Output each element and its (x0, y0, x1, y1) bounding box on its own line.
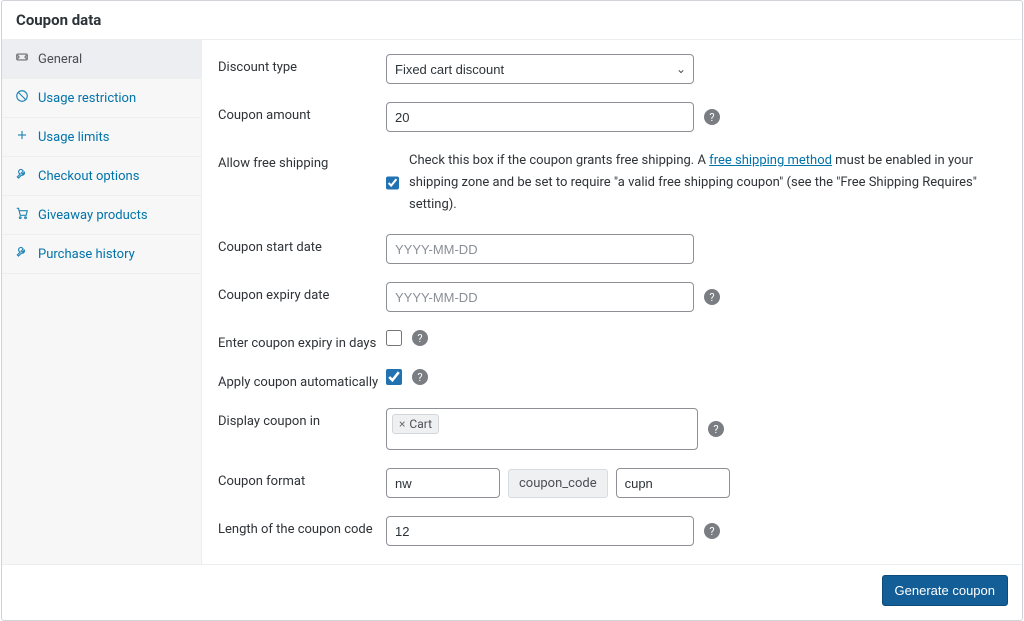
sidebar-item-label: Usage limits (38, 130, 109, 145)
label-expiry-date: Coupon expiry date (218, 282, 386, 303)
sidebar-item-label: Usage restriction (38, 91, 136, 106)
label-coupon-amount: Coupon amount (218, 102, 386, 123)
help-icon[interactable]: ? (704, 289, 720, 305)
label-expiry-days: Enter coupon expiry in days (218, 330, 386, 351)
row-display-in: Display coupon in ×Cart ? (218, 408, 1006, 450)
row-start-date: Coupon start date (218, 234, 1006, 264)
input-start-date[interactable] (386, 234, 694, 264)
desc-free-shipping: Check this box if the coupon grants free… (409, 150, 1006, 216)
checkbox-auto-apply[interactable] (386, 369, 402, 385)
wrench-icon (14, 167, 30, 185)
row-discount-type: Discount type Fixed cart discount ⌄ (218, 54, 1006, 84)
close-icon[interactable]: × (399, 417, 405, 431)
link-free-shipping-method[interactable]: free shipping method (709, 153, 832, 168)
input-expiry-date[interactable] (386, 282, 694, 312)
sidebar-item-label: General (38, 52, 82, 67)
help-icon[interactable]: ? (704, 109, 720, 125)
sidebar: General Usage restriction Usage limits C… (2, 40, 202, 564)
checkbox-free-shipping[interactable] (386, 175, 399, 191)
help-icon[interactable]: ? (704, 523, 720, 539)
ticket-icon (14, 50, 30, 68)
label-start-date: Coupon start date (218, 234, 386, 255)
cart-icon (14, 206, 30, 224)
sidebar-item-usage-limits[interactable]: Usage limits (2, 118, 201, 157)
help-icon[interactable]: ? (412, 369, 428, 385)
input-length[interactable] (386, 516, 694, 546)
sidebar-item-giveaway-products[interactable]: Giveaway products (2, 196, 201, 235)
label-length: Length of the coupon code (218, 516, 386, 537)
sidebar-item-checkout-options[interactable]: Checkout options (2, 157, 201, 196)
page-title: Coupon data (16, 11, 1008, 29)
tag-cart: ×Cart (392, 414, 439, 434)
row-length: Length of the coupon code ? (218, 516, 1006, 546)
label-discount-type: Discount type (218, 54, 386, 75)
tagbox-display-in[interactable]: ×Cart (386, 408, 698, 450)
sidebar-item-label: Giveaway products (38, 208, 148, 223)
label-display-in: Display coupon in (218, 408, 386, 429)
sidebar-item-purchase-history[interactable]: Purchase history (2, 235, 201, 274)
sidebar-item-general[interactable]: General (2, 40, 201, 79)
row-auto-apply: Apply coupon automatically ? (218, 369, 1006, 390)
generate-coupon-button[interactable]: Generate coupon (882, 575, 1008, 606)
chip-coupon-code: coupon_code (508, 469, 608, 498)
label-coupon-format: Coupon format (218, 468, 386, 489)
plus-icon (14, 128, 30, 146)
row-coupon-format: Coupon format coupon_code (218, 468, 1006, 498)
coupon-data-panel: Coupon data General Usage restriction Us… (1, 0, 1023, 621)
panel-body: General Usage restriction Usage limits C… (2, 40, 1022, 564)
help-icon[interactable]: ? (412, 330, 428, 346)
checkbox-expiry-days[interactable] (386, 330, 402, 346)
select-discount-type[interactable]: Fixed cart discount (386, 54, 694, 84)
row-coupon-amount: Coupon amount ? (218, 102, 1006, 132)
main-form: Discount type Fixed cart discount ⌄ Coup… (202, 40, 1022, 564)
panel-header: Coupon data (2, 1, 1022, 40)
label-auto-apply: Apply coupon automatically (218, 369, 386, 390)
block-icon (14, 89, 30, 107)
help-icon[interactable]: ? (708, 421, 724, 437)
sidebar-item-usage-restriction[interactable]: Usage restriction (2, 79, 201, 118)
row-free-shipping: Allow free shipping Check this box if th… (218, 150, 1006, 216)
row-expiry-date: Coupon expiry date ? (218, 282, 1006, 312)
sidebar-item-label: Checkout options (38, 169, 139, 184)
wrench-icon (14, 245, 30, 263)
label-free-shipping: Allow free shipping (218, 150, 386, 171)
input-coupon-amount[interactable] (386, 102, 694, 132)
sidebar-item-label: Purchase history (38, 247, 135, 262)
panel-footer: Generate coupon (2, 564, 1022, 620)
input-format-prefix[interactable] (386, 468, 500, 498)
row-expiry-days: Enter coupon expiry in days ? (218, 330, 1006, 351)
input-format-suffix[interactable] (616, 468, 730, 498)
